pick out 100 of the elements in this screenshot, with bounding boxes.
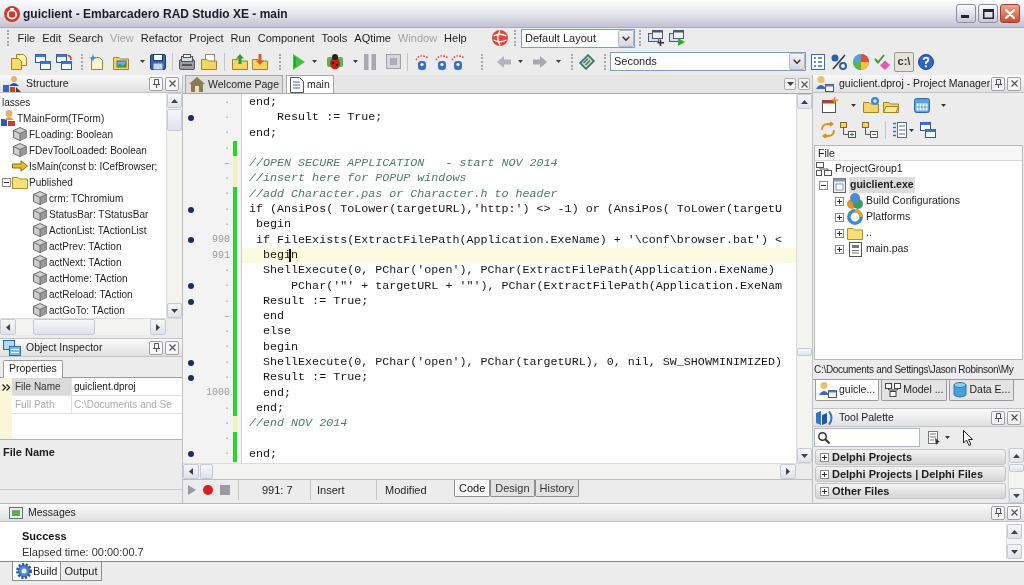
panel-tab[interactable]: Build <box>12 562 62 581</box>
tree-item[interactable]: Platforms <box>865 209 912 225</box>
caret-icon[interactable] <box>851 103 856 107</box>
list-icon[interactable] <box>893 122 907 138</box>
menu-item[interactable]: File <box>14 29 39 47</box>
collapse-icon[interactable] <box>2 177 11 187</box>
help-icon[interactable] <box>918 53 934 70</box>
caret-icon[interactable] <box>140 60 145 63</box>
tree-item[interactable]: FDevToolLoaded: Boolean <box>29 142 147 158</box>
tree-item[interactable]: crm: TChromium <box>49 190 124 206</box>
tab[interactable]: Properties <box>3 360 63 378</box>
expand-icon[interactable] <box>835 244 844 254</box>
new-page-icon[interactable] <box>89 53 105 70</box>
folder-page-icon[interactable] <box>201 53 217 70</box>
play-icon[interactable] <box>293 53 305 70</box>
panel-tab[interactable]: Data E... <box>949 380 1015 401</box>
close-button[interactable] <box>1000 4 1020 23</box>
close-button[interactable] <box>165 340 179 355</box>
menu-item[interactable]: Refactor <box>137 29 186 47</box>
category-header[interactable]: Delphi Projects <box>815 449 1006 465</box>
tree-item[interactable]: StatusBar: TStatusBar <box>49 206 149 222</box>
scrollbar-thumb[interactable] <box>167 109 182 131</box>
pin-button[interactable] <box>149 76 163 91</box>
pin-button[interactable] <box>991 410 1005 425</box>
caret-icon[interactable] <box>945 436 950 439</box>
close-button[interactable] <box>1007 505 1021 520</box>
tree-item[interactable]: main.pas <box>865 241 910 257</box>
view-tab[interactable]: Design <box>490 480 535 497</box>
scroll-down-button[interactable] <box>167 303 182 318</box>
editor-tab[interactable]: main <box>286 75 334 93</box>
new-item-icon[interactable] <box>822 97 838 113</box>
windows-plus-icon[interactable] <box>648 30 664 46</box>
tree-item[interactable]: TMainForm(TForm) <box>17 110 105 126</box>
vertical-scrollbar[interactable] <box>796 94 812 463</box>
tree-item[interactable]: Published <box>29 174 73 190</box>
dotted-arrow-icon[interactable] <box>435 53 449 70</box>
tree-plus-icon[interactable] <box>840 122 856 138</box>
vertical-scrollbar[interactable] <box>166 93 182 318</box>
printer-icon[interactable] <box>179 53 195 70</box>
dotted-arrow-icon[interactable] <box>415 53 429 70</box>
horizontal-scrollbar[interactable] <box>183 464 796 479</box>
vertical-scrollbar[interactable] <box>1006 524 1022 559</box>
view-tab[interactable]: Code <box>454 480 491 497</box>
close-button[interactable] <box>1007 76 1021 91</box>
expand-icon[interactable] <box>835 196 844 206</box>
windows-icon[interactable] <box>35 53 51 70</box>
book-icon[interactable] <box>579 53 595 70</box>
minimize-button[interactable] <box>956 4 976 23</box>
scroll-down-button[interactable] <box>1009 488 1024 503</box>
close-button[interactable] <box>165 76 179 91</box>
folder-up-arrow-icon[interactable] <box>232 53 248 70</box>
scroll-right-button[interactable] <box>780 464 796 479</box>
tree-item[interactable]: actGoTo: TAction <box>49 302 125 318</box>
percent-icon[interactable] <box>831 53 847 70</box>
editor-tab[interactable]: Welcome Page <box>185 75 283 93</box>
menu-item[interactable]: Help <box>440 29 471 47</box>
property-value[interactable]: guiclient.dproj <box>72 378 182 396</box>
close-button[interactable] <box>1007 410 1021 425</box>
menu-item[interactable]: AQtime <box>350 29 395 47</box>
tree-item[interactable]: IsMain(const b: ICefBrowser; <box>29 158 158 174</box>
caret-icon[interactable] <box>941 103 946 107</box>
menu-item[interactable]: Edit <box>38 29 65 47</box>
menu-item[interactable]: Search <box>64 29 107 47</box>
menu-item[interactable]: Tools <box>318 29 351 47</box>
windows-arrow-icon[interactable] <box>56 53 72 70</box>
scrollbar-thumb[interactable] <box>33 319 95 335</box>
scroll-down-button[interactable] <box>1007 544 1022 559</box>
close-button[interactable] <box>798 78 810 90</box>
list-page-icon[interactable] <box>811 53 825 70</box>
dropdown-button[interactable] <box>789 53 805 70</box>
scroll-up-button[interactable] <box>1007 524 1022 539</box>
panel-tab[interactable]: Output <box>61 562 102 581</box>
tree-item[interactable]: actHome: TAction <box>49 270 128 286</box>
expand-icon[interactable] <box>835 228 844 238</box>
collapse-icon[interactable] <box>819 180 828 190</box>
dotted-arrow-icon[interactable] <box>451 53 465 70</box>
tree-item[interactable]: actNext: TAction <box>49 254 122 270</box>
layout-dropdown[interactable]: Default Layout <box>521 28 635 48</box>
tree-minus-icon[interactable] <box>862 122 878 138</box>
scroll-up-button[interactable] <box>167 93 182 108</box>
caret-icon[interactable] <box>312 60 317 63</box>
menu-item[interactable]: Run <box>227 29 255 47</box>
scroll-left-button[interactable] <box>0 319 16 335</box>
tree-item[interactable]: lasses <box>2 94 31 110</box>
scrollbar-thumb[interactable] <box>797 348 812 356</box>
caret-icon[interactable] <box>518 60 523 63</box>
caret-icon[interactable] <box>909 128 914 132</box>
tree-item[interactable]: guiclient.exe <box>849 177 915 193</box>
tree-item[interactable]: ProjectGroup1 <box>834 161 904 177</box>
tree-item[interactable]: actReload: TAction <box>49 286 133 302</box>
pin-button[interactable] <box>991 76 1005 91</box>
caret-icon[interactable] <box>556 60 561 63</box>
color-wheel-icon[interactable] <box>853 53 869 70</box>
category-header[interactable]: Delphi Projects | Delphi Files <box>815 466 1006 482</box>
console-toggle-button[interactable]: c:\ <box>894 51 914 72</box>
category-header[interactable]: Other Files <box>815 483 1006 499</box>
scrollbar-thumb[interactable] <box>1009 464 1024 472</box>
tree-item[interactable]: actPrev: TAction <box>49 238 122 254</box>
scroll-left-button[interactable] <box>183 464 199 479</box>
scroll-up-button[interactable] <box>797 94 812 109</box>
